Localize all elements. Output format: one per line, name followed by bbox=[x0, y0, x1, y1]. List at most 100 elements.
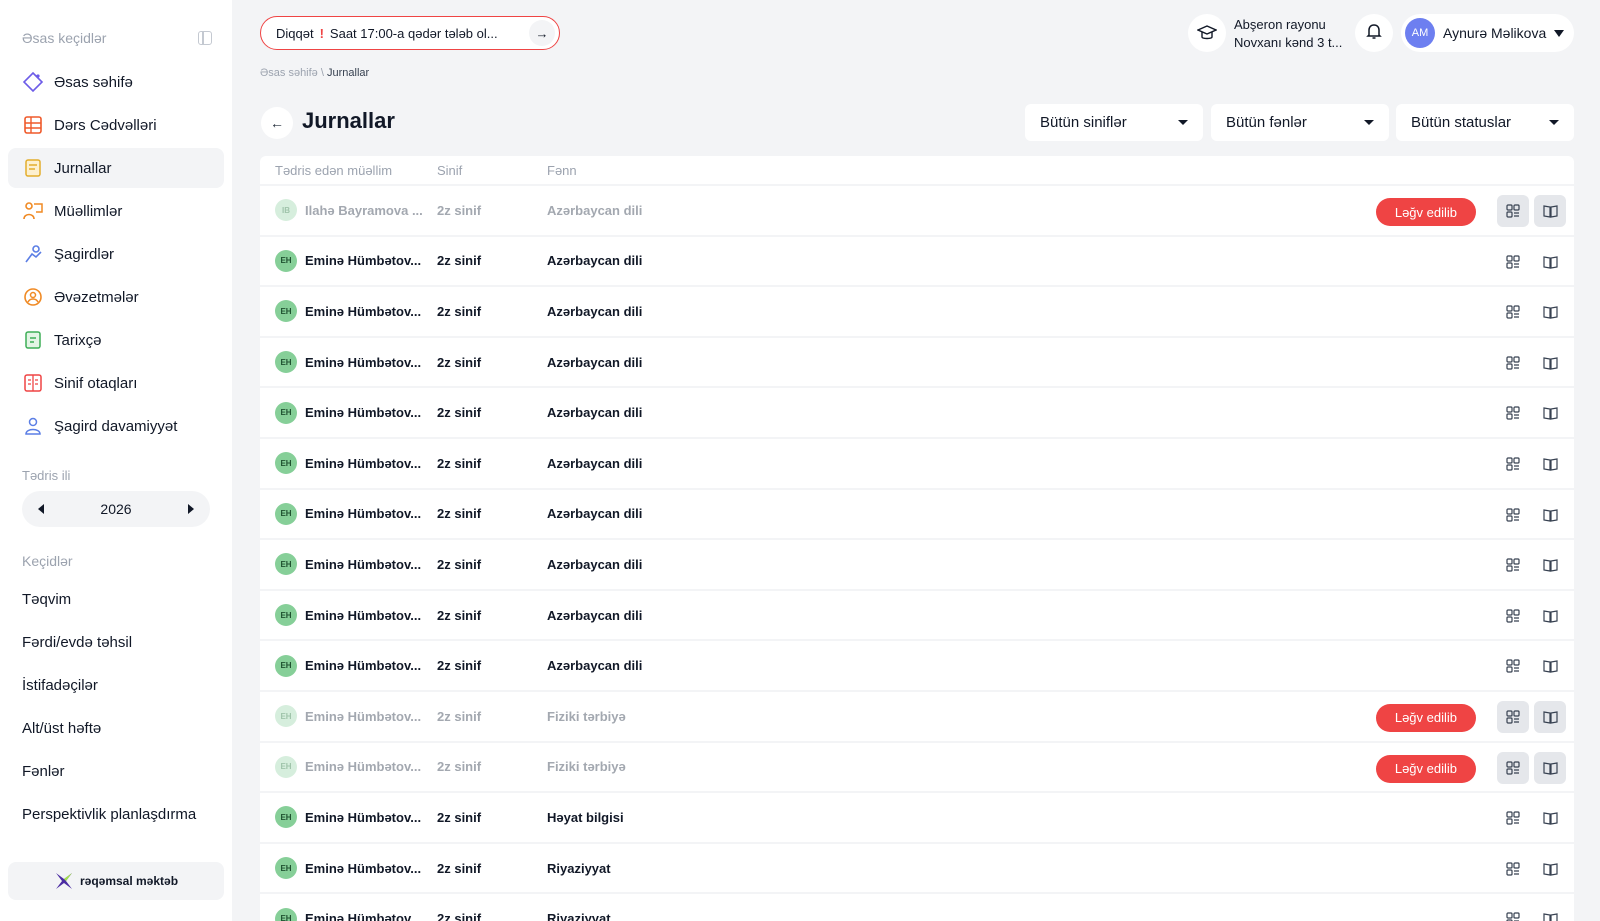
deadline-alert[interactable]: Diqqət ! Saat 17:00-a qədər tələb ol... … bbox=[260, 16, 560, 50]
link-calendar[interactable]: Təqvim bbox=[22, 578, 196, 621]
grid-view-icon[interactable] bbox=[1497, 195, 1529, 227]
table-row[interactable]: IB Ilahə Bayramova ... 2z sinif Azərbaycan … bbox=[260, 186, 1574, 235]
open-book-icon[interactable] bbox=[1534, 499, 1566, 531]
teacher-cell: EH Eminə Hümbətov... bbox=[260, 705, 437, 728]
class-cell: 2z sinif bbox=[437, 506, 482, 522]
grid-view-icon[interactable] bbox=[1497, 397, 1529, 429]
teacher-cell: EH Eminə Hümbətov... bbox=[260, 452, 437, 475]
teacher-name: Eminə Hümbətov... bbox=[305, 354, 422, 370]
link-perspective-planning[interactable]: Perspektivlik planlaşdırma bbox=[22, 793, 196, 836]
table-row[interactable]: EH Eminə Hümbətov... 2z sinif Azərbaycan di… bbox=[260, 287, 1574, 336]
next-year-icon[interactable] bbox=[188, 504, 194, 514]
class-cell: 2z sinif bbox=[437, 911, 482, 921]
sidebar-item-substitutions[interactable]: Əvəzetmələr bbox=[8, 277, 224, 317]
open-book-icon[interactable] bbox=[1534, 700, 1566, 733]
table-row[interactable]: EH Eminə Hümbətov... 2z sinif Azərbaycan di… bbox=[260, 236, 1574, 286]
link-subjects[interactable]: Fənlər bbox=[22, 750, 196, 793]
column-teacher: Tədris edən müəllim bbox=[275, 162, 393, 178]
open-book-icon[interactable] bbox=[1534, 751, 1566, 784]
grid-view-icon[interactable] bbox=[1497, 296, 1529, 328]
table-row[interactable]: EH Eminə Hümbətov... 2z sinif Riyaziyyat bbox=[260, 894, 1574, 921]
breadcrumb-current: Jurnallar bbox=[327, 67, 370, 79]
teacher-avatar: EH bbox=[275, 452, 297, 475]
link-home-education[interactable]: Fərdi/evdə təhsil bbox=[22, 621, 196, 664]
table-row[interactable]: EH Eminə Hümbətov... 2z sinif Riyaziyyat bbox=[260, 843, 1574, 893]
open-book-icon[interactable] bbox=[1534, 246, 1566, 278]
sidebar-item-students[interactable]: Şagirdlər bbox=[8, 234, 224, 274]
table-row[interactable]: EH Eminə Hümbətov... 2z sinif Azərbaycan di… bbox=[260, 337, 1574, 387]
school-info[interactable]: Abşeron rayonu Novxanı kənd 3 t... bbox=[1234, 16, 1350, 52]
table-row[interactable]: EH Eminə Hümbətov... 2z sinif Azərbaycan di… bbox=[260, 590, 1574, 640]
teacher-cell: EH Eminə Hümbətov... bbox=[260, 806, 437, 829]
previous-year-icon[interactable] bbox=[38, 504, 44, 514]
table-row[interactable]: EH Eminə Hümbətov... 2z sinif Azərbaycan di… bbox=[260, 438, 1574, 488]
teacher-avatar: EH bbox=[275, 604, 297, 627]
table-row[interactable]: EH Eminə Hümbətov... 2z sinif Həyat bilgisi bbox=[260, 793, 1574, 842]
link-users[interactable]: İstifadəçilər bbox=[22, 664, 196, 707]
table-row[interactable]: EH Eminə Hümbətov... 2z sinif Fiziki tərbiy… bbox=[260, 691, 1574, 741]
sidebar-header: Əsas keçidlər bbox=[22, 28, 212, 48]
sidebar-collapse-icon[interactable] bbox=[198, 31, 212, 45]
open-book-icon[interactable] bbox=[1534, 650, 1566, 682]
open-book-icon[interactable] bbox=[1534, 448, 1566, 480]
sidebar-item-teachers[interactable]: Müəllimlər bbox=[8, 191, 224, 231]
alert-prefix: Diqqət bbox=[276, 25, 314, 41]
grid-view-icon[interactable] bbox=[1497, 499, 1529, 531]
grid-view-icon[interactable] bbox=[1497, 448, 1529, 480]
grid-view-icon[interactable] bbox=[1497, 700, 1529, 733]
swap-icon bbox=[22, 286, 44, 308]
grid-view-icon[interactable] bbox=[1497, 549, 1529, 581]
open-book-icon[interactable] bbox=[1534, 549, 1566, 581]
subject-cell: Riyaziyyat bbox=[547, 860, 611, 876]
table-row[interactable]: EH Eminə Hümbətov... 2z sinif Azərbaycan di… bbox=[260, 489, 1574, 539]
sidebar-item-attendance[interactable]: Şagird davamiyyət bbox=[8, 406, 224, 446]
sidebar-section-title: Əsas keçidlər bbox=[22, 30, 107, 46]
notifications-button[interactable] bbox=[1355, 14, 1393, 52]
grid-view-icon[interactable] bbox=[1497, 903, 1529, 921]
column-subject: Fənn bbox=[547, 162, 577, 178]
sidebar-item-journals[interactable]: Jurnallar bbox=[8, 148, 224, 188]
brand-logo: rəqəmsal məktəb bbox=[8, 862, 224, 900]
link-alt-week[interactable]: Alt/üst həftə bbox=[22, 707, 196, 750]
grid-view-icon[interactable] bbox=[1497, 853, 1529, 885]
grid-view-icon[interactable] bbox=[1497, 650, 1529, 682]
open-book-icon[interactable] bbox=[1534, 397, 1566, 429]
sidebar-item-classrooms[interactable]: Sinif otaqları bbox=[8, 363, 224, 403]
table-row[interactable]: EH Eminə Hümbətov... 2z sinif Azərbaycan di… bbox=[260, 641, 1574, 690]
grid-view-icon[interactable] bbox=[1497, 751, 1529, 784]
open-book-icon[interactable] bbox=[1534, 903, 1566, 921]
breadcrumb-home[interactable]: Əsas səhifə bbox=[260, 67, 318, 79]
teacher-cell: EH Eminə Hümbətov... bbox=[260, 857, 437, 880]
back-button[interactable]: ← bbox=[261, 107, 293, 139]
open-book-icon[interactable] bbox=[1534, 802, 1566, 834]
sidebar-item-schedules[interactable]: Dərs Cədvəlləri bbox=[8, 105, 224, 145]
grid-view-icon[interactable] bbox=[1497, 802, 1529, 834]
status-filter[interactable]: Bütün statuslar bbox=[1396, 104, 1574, 141]
grid-view-icon[interactable] bbox=[1497, 347, 1529, 379]
teacher-cell: EH Eminə Hümbətov... bbox=[260, 401, 437, 424]
table-row[interactable]: EH Eminə Hümbətov... 2z sinif Fiziki tərbiy… bbox=[260, 742, 1574, 792]
class-filter[interactable]: Bütün siniflər bbox=[1025, 104, 1203, 141]
user-menu[interactable]: AM Aynurə Məlikova bbox=[1401, 14, 1574, 52]
class-cell: 2z sinif bbox=[437, 303, 482, 319]
teacher-name: Eminə Hümbətov... bbox=[305, 303, 422, 319]
open-book-icon[interactable] bbox=[1534, 296, 1566, 328]
sidebar-item-home[interactable]: Əsas səhifə bbox=[8, 62, 224, 102]
teacher-icon bbox=[22, 200, 44, 222]
table-row[interactable]: EH Eminə Hümbətov... 2z sinif Azərbaycan di… bbox=[260, 388, 1574, 437]
graduation-cap-icon[interactable] bbox=[1188, 14, 1226, 52]
grid-view-icon[interactable] bbox=[1497, 600, 1529, 632]
class-cell: 2z sinif bbox=[437, 809, 482, 825]
open-book-icon[interactable] bbox=[1534, 347, 1566, 379]
open-book-icon[interactable] bbox=[1534, 853, 1566, 885]
teacher-name: Eminə Hümbətov... bbox=[305, 658, 422, 674]
table-row[interactable]: EH Eminə Hümbətov... 2z sinif Azərbaycan di… bbox=[260, 540, 1574, 589]
grid-view-icon[interactable] bbox=[1497, 246, 1529, 278]
brand-name: rəqəmsal məktəb bbox=[79, 874, 179, 888]
open-book-icon[interactable] bbox=[1534, 195, 1566, 227]
open-book-icon[interactable] bbox=[1534, 600, 1566, 632]
subject-filter[interactable]: Bütün fənlər bbox=[1211, 104, 1389, 141]
arrow-right-icon[interactable]: → bbox=[529, 20, 555, 46]
sidebar-item-history[interactable]: Tarixçə bbox=[8, 320, 224, 360]
school-year-picker: 2026 bbox=[22, 491, 210, 527]
